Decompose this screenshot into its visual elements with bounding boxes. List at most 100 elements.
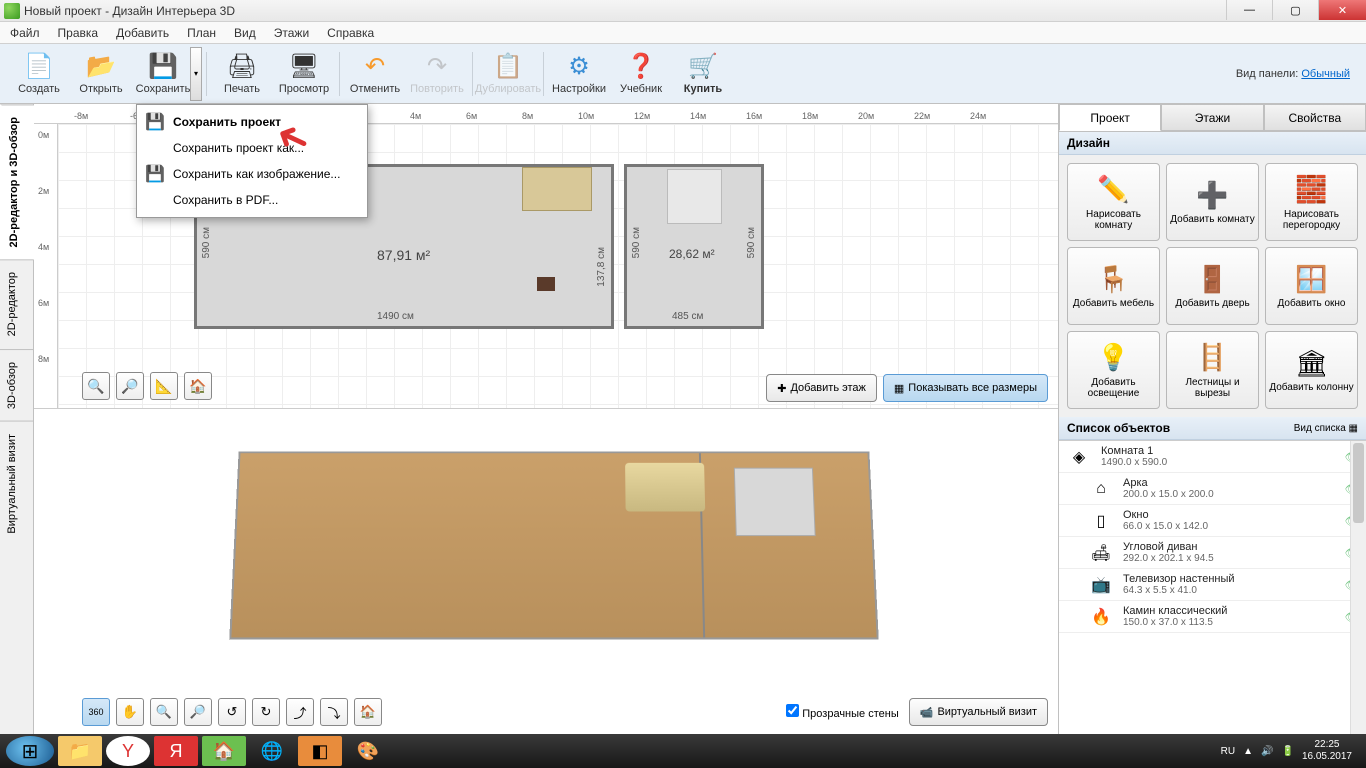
add-room-card[interactable]: ➕Добавить комнату [1166, 163, 1259, 241]
zoom-in-button[interactable]: 🔎 [116, 372, 144, 400]
bed-2d[interactable] [667, 169, 722, 224]
yandex-icon[interactable]: Y [106, 736, 150, 766]
view360-button[interactable]: 360 [82, 698, 110, 726]
add-furniture-card[interactable]: 🪑Добавить мебель [1067, 247, 1160, 325]
column-icon: 🏛 [1295, 347, 1328, 379]
add-door-card[interactable]: 🚪Добавить дверь [1166, 247, 1259, 325]
menu-file[interactable]: Файл [6, 24, 44, 42]
close-button[interactable]: ✕ [1318, 0, 1366, 20]
tab-3d[interactable]: 3D-обзор [0, 349, 33, 421]
undo-button[interactable]: ↶Отменить [344, 47, 406, 101]
print-button[interactable]: 🖨Печать [211, 47, 273, 101]
list-item[interactable]: ▯Окно66.0 x 15.0 x 142.0👁 [1059, 505, 1366, 537]
tilt-up-button[interactable]: ⤴ [286, 698, 314, 726]
start-button[interactable]: ⊞ [6, 736, 54, 766]
explorer-icon[interactable]: 📁 [58, 736, 102, 766]
view-3d[interactable]: 360 ✋ 🔍 🔎 ↺ ↻ ⤴ ⤵ 🏠 Прозрачные стены 📹Ви… [34, 409, 1058, 734]
transparent-walls-check[interactable]: Прозрачные стены [786, 704, 899, 720]
tab-floors[interactable]: Этажи [1161, 104, 1263, 131]
window-icon: 🪟 [1295, 263, 1327, 295]
save-image-item[interactable]: 💾Сохранить как изображение... [137, 161, 367, 187]
add-window-card[interactable]: 🪟Добавить окно [1265, 247, 1358, 325]
save-dropdown-toggle[interactable]: ▾ [190, 47, 202, 101]
preview-button[interactable]: 🖥Просмотр [273, 47, 335, 101]
rotate-left-button[interactable]: ↺ [218, 698, 246, 726]
object-icon: 🛋 [1087, 542, 1115, 564]
save-icon: 💾 [143, 112, 167, 132]
menu-help[interactable]: Справка [323, 24, 378, 42]
tab-2d-3d[interactable]: 2D-редактор и 3D-обзор [0, 104, 34, 259]
chrome-icon[interactable]: 🌐 [250, 736, 294, 766]
help-icon: ❓ [625, 53, 657, 81]
pan-button[interactable]: ✋ [116, 698, 144, 726]
list-item[interactable]: 🛋Угловой диван292.0 x 202.1 x 94.5👁 [1059, 537, 1366, 569]
room-2[interactable]: 28,62 м² 485 см 485 см 590 см 590 см [624, 164, 764, 329]
redo-button[interactable]: ↷Повторить [406, 47, 468, 101]
tray-battery-icon[interactable]: 🔋 [1281, 746, 1293, 757]
undo-icon: ↶ [359, 53, 391, 81]
zoom-out-button[interactable]: 🔍 [82, 372, 110, 400]
maximize-button[interactable]: ▢ [1272, 0, 1318, 20]
home-3d-button[interactable]: 🏠 [354, 698, 382, 726]
minimize-button[interactable]: — [1226, 0, 1272, 20]
tray-network-icon[interactable]: ▲ [1243, 746, 1253, 757]
sofa-2d[interactable] [522, 167, 592, 211]
home-button[interactable]: 🏠 [184, 372, 212, 400]
create-button[interactable]: 📄Создать [8, 47, 70, 101]
paint-icon[interactable]: 🎨 [346, 736, 390, 766]
stairs-card[interactable]: 🪜Лестницы и вырезы [1166, 331, 1259, 409]
add-floor-button[interactable]: ✚Добавить этаж [766, 374, 877, 402]
left-tabs: 2D-редактор и 3D-обзор 2D-редактор 3D-об… [0, 104, 34, 734]
save-pdf-item[interactable]: Сохранить в PDF... [137, 187, 367, 213]
list-item[interactable]: ⌂Арка200.0 x 15.0 x 200.0👁 [1059, 473, 1366, 505]
tray-sound-icon[interactable]: 🔊 [1261, 746, 1273, 757]
zoom-in-3d-button[interactable]: 🔎 [184, 698, 212, 726]
list-view-toggle[interactable]: Вид списка ▦ [1294, 423, 1358, 434]
menu-view[interactable]: Вид [230, 24, 260, 42]
tutorial-button[interactable]: ❓Учебник [610, 47, 672, 101]
list-item[interactable]: 🔥Камин классический150.0 x 37.0 x 113.5👁 [1059, 601, 1366, 633]
add-light-card[interactable]: 💡Добавить освещение [1067, 331, 1160, 409]
settings-button[interactable]: ⚙Настройки [548, 47, 610, 101]
tab-project[interactable]: Проект [1059, 104, 1161, 131]
sofa-3d[interactable] [625, 463, 705, 512]
draw-room-card[interactable]: ✏️Нарисовать комнату [1067, 163, 1160, 241]
tab-virtual[interactable]: Виртуальный визит [0, 421, 33, 546]
tab-props[interactable]: Свойства [1264, 104, 1366, 131]
duplicate-button[interactable]: 📋Дублировать [477, 47, 539, 101]
open-button[interactable]: 📂Открыть [70, 47, 132, 101]
app-icon [4, 3, 20, 19]
buy-button[interactable]: 🛒Купить [672, 47, 734, 101]
list-item[interactable]: 📺Телевизор настенный64.3 x 5.5 x 41.0👁 [1059, 569, 1366, 601]
language-indicator[interactable]: RU [1221, 746, 1235, 757]
ruler-button[interactable]: 📐 [150, 372, 178, 400]
clock[interactable]: 22:25 16.05.2017 [1302, 739, 1352, 763]
window-title: Новый проект - Дизайн Интерьера 3D [24, 4, 1362, 18]
scrollbar[interactable] [1350, 441, 1366, 734]
misc-icon[interactable]: ◧ [298, 736, 342, 766]
brick-icon: 🧱 [1295, 174, 1327, 206]
copy-icon: 📋 [492, 53, 524, 81]
list-item[interactable]: ◈Комната 11490.0 x 590.0👁 [1059, 441, 1366, 473]
app-taskbar-icon[interactable]: 🏠 [202, 736, 246, 766]
save-button[interactable]: 💾Сохранить [132, 47, 194, 101]
panel-type-link[interactable]: Обычный [1301, 68, 1350, 80]
menu-add[interactable]: Добавить [112, 24, 173, 42]
menu-floors[interactable]: Этажи [270, 24, 313, 42]
zoom-out-3d-button[interactable]: 🔍 [150, 698, 178, 726]
objects-header: Список объектов Вид списка ▦ [1059, 417, 1366, 440]
save-project-item[interactable]: 💾Сохранить проект [137, 109, 367, 135]
rotate-right-button[interactable]: ↻ [252, 698, 280, 726]
virtual-visit-button[interactable]: 📹Виртуальный визит [909, 698, 1048, 726]
menu-edit[interactable]: Правка [54, 24, 103, 42]
draw-partition-card[interactable]: 🧱Нарисовать перегородку [1265, 163, 1358, 241]
add-column-card[interactable]: 🏛Добавить колонну [1265, 331, 1358, 409]
tv-2d[interactable] [537, 277, 555, 291]
bed-3d[interactable] [734, 468, 816, 536]
menu-plan[interactable]: План [183, 24, 220, 42]
tab-2d[interactable]: 2D-редактор [0, 259, 33, 348]
tilt-down-button[interactable]: ⤵ [320, 698, 348, 726]
save-as-item[interactable]: Сохранить проект как... [137, 135, 367, 161]
show-dims-button[interactable]: ▦Показывать все размеры [883, 374, 1048, 402]
yandex-app-icon[interactable]: Я [154, 736, 198, 766]
